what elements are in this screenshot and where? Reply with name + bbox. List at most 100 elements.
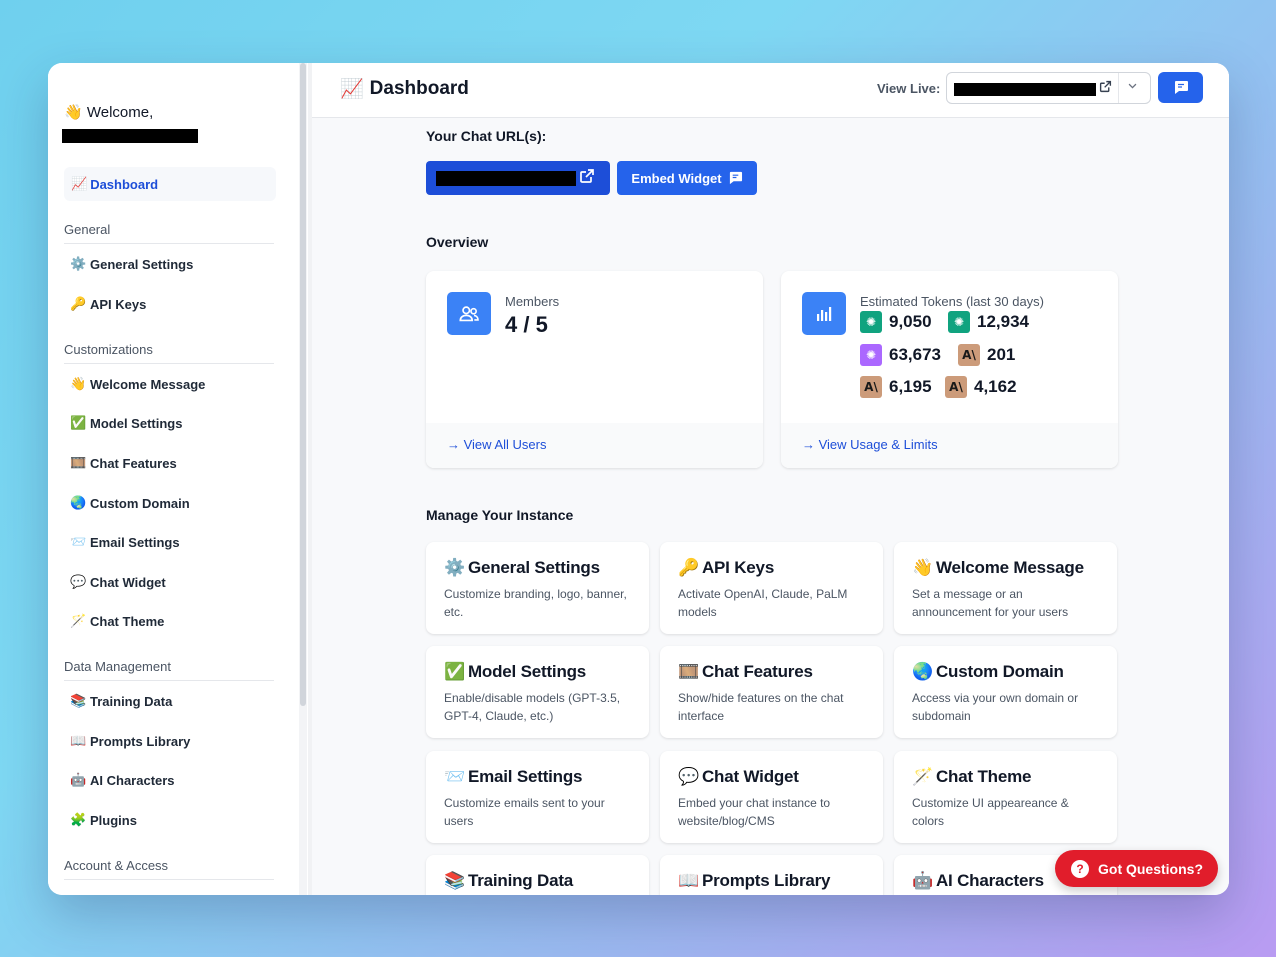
token-row: ✺ 63,673 A\ 201 bbox=[860, 344, 1015, 366]
section-title-account-access: Account & Access bbox=[64, 858, 274, 880]
open-chat-button[interactable] bbox=[1158, 72, 1203, 103]
view-usage-link[interactable]: → View Usage & Limits bbox=[781, 423, 1118, 468]
sidebar-item-chat-theme[interactable]: 🪄 Chat Theme bbox=[70, 609, 270, 633]
token-item: ✺ 12,934 bbox=[948, 311, 1029, 333]
open-book-icon: 📖 bbox=[678, 871, 699, 890]
embed-widget-button[interactable]: Embed Widget bbox=[617, 161, 757, 195]
speech-bubble-icon: 💬 bbox=[70, 574, 87, 589]
check-icon: ✅ bbox=[70, 415, 87, 430]
sidebar-item-plugins[interactable]: 🧩 Plugins bbox=[70, 808, 270, 832]
external-link-icon[interactable] bbox=[1099, 80, 1112, 96]
token-item: A\ 6,195 bbox=[860, 376, 937, 398]
anthropic-icon: A\ bbox=[958, 344, 980, 366]
globe-icon: 🌏 bbox=[70, 495, 87, 510]
anthropic-icon: A\ bbox=[945, 376, 967, 398]
tile-api-keys[interactable]: 🔑 API Keys Activate OpenAI, Claude, PaLM … bbox=[660, 542, 883, 634]
tile-general-settings[interactable]: ⚙️ General Settings Customize branding, l… bbox=[426, 542, 649, 634]
key-icon: 🔑 bbox=[678, 558, 699, 577]
token-item: ✺ 63,673 bbox=[860, 344, 950, 366]
bar-chart-icon bbox=[802, 292, 846, 335]
section-title-data-management: Data Management bbox=[64, 659, 274, 681]
sidebar-item-chat-features[interactable]: 🎞️ Chat Features bbox=[70, 451, 270, 475]
got-questions-button[interactable]: ? Got Questions? bbox=[1055, 850, 1218, 887]
wave-icon: 👋 bbox=[912, 558, 933, 577]
redacted-live-url bbox=[954, 83, 1096, 96]
chat-icon bbox=[729, 171, 742, 185]
tokens-card: Estimated Tokens (last 30 days) ✺ 9,050 … bbox=[781, 271, 1118, 468]
tile-email-settings[interactable]: 📨 Email Settings Customize emails sent to… bbox=[426, 751, 649, 843]
sidebar-item-training-data[interactable]: 📚 Training Data bbox=[70, 689, 270, 713]
wave-icon: 👋 bbox=[64, 104, 83, 121]
puzzle-icon: 🧩 bbox=[70, 812, 87, 827]
scrollbar-thumb[interactable] bbox=[300, 63, 306, 706]
sidebar-item-general-settings[interactable]: ⚙️ General Settings bbox=[70, 252, 270, 276]
members-count: 4 / 5 bbox=[505, 312, 548, 337]
openai-gpt4-icon: ✺ bbox=[860, 344, 882, 366]
top-bar: 📈 Dashboard View Live: bbox=[312, 63, 1229, 118]
sidebar-scrollbar[interactable] bbox=[299, 63, 307, 895]
view-all-users-link[interactable]: → View All Users bbox=[426, 423, 763, 468]
members-label: Members bbox=[505, 294, 560, 309]
check-icon: ✅ bbox=[444, 662, 465, 681]
redacted-username bbox=[62, 129, 198, 143]
email-icon: 📨 bbox=[444, 767, 465, 786]
speech-bubble-icon: 💬 bbox=[678, 767, 699, 786]
tile-chat-features[interactable]: 🎞️ Chat Features Show/hide features on th… bbox=[660, 646, 883, 738]
anthropic-icon: A\ bbox=[860, 376, 882, 398]
tokens-label: Estimated Tokens (last 30 days) bbox=[860, 294, 1045, 309]
magic-wand-icon: 🪄 bbox=[70, 613, 87, 628]
robot-icon: 🤖 bbox=[70, 772, 87, 787]
chat-url-label: Your Chat URL(s): bbox=[426, 128, 547, 144]
section-title-general: General bbox=[64, 222, 274, 244]
manage-label: Manage Your Instance bbox=[426, 507, 574, 523]
token-row: ✺ 9,050 ✺ 12,934 bbox=[860, 311, 1029, 333]
tile-chat-widget[interactable]: 💬 Chat Widget Embed your chat instance to… bbox=[660, 751, 883, 843]
tile-chat-theme[interactable]: 🪄 Chat Theme Customize UI appeareance & c… bbox=[894, 751, 1117, 843]
sidebar-item-chat-widget[interactable]: 💬 Chat Widget bbox=[70, 570, 270, 594]
openai-icon: ✺ bbox=[860, 311, 882, 333]
books-icon: 📚 bbox=[70, 693, 87, 708]
section-title-customizations: Customizations bbox=[64, 342, 274, 364]
sidebar-item-dashboard[interactable]: 📈 Dashboard bbox=[64, 167, 276, 201]
main-content: 📈 Dashboard View Live: Your Chat URL(s): bbox=[312, 63, 1229, 895]
page-title: 📈 Dashboard bbox=[340, 78, 469, 100]
chart-icon: 📈 bbox=[71, 176, 88, 191]
overview-label: Overview bbox=[426, 234, 489, 250]
chevron-down-icon[interactable] bbox=[1127, 79, 1138, 94]
chart-icon: 📈 bbox=[340, 79, 364, 100]
sidebar-item-ai-characters[interactable]: 🤖 AI Characters bbox=[70, 768, 270, 792]
key-icon: 🔑 bbox=[70, 296, 87, 311]
welcome-text: 👋 Welcome, bbox=[64, 104, 154, 121]
token-row: A\ 6,195 A\ 4,162 bbox=[860, 376, 1017, 398]
token-item: A\ 201 bbox=[958, 344, 1015, 366]
app-window: 👋 Welcome, 📈 Dashboard General ⚙️ Genera… bbox=[48, 63, 1229, 895]
wave-icon: 👋 bbox=[70, 376, 87, 391]
sidebar-item-email-settings[interactable]: 📨 Email Settings bbox=[70, 530, 270, 554]
gear-icon: ⚙️ bbox=[444, 558, 465, 577]
film-icon: 🎞️ bbox=[70, 455, 87, 470]
robot-icon: 🤖 bbox=[912, 871, 933, 890]
question-icon: ? bbox=[1071, 859, 1089, 878]
users-icon bbox=[447, 292, 491, 335]
globe-icon: 🌏 bbox=[912, 662, 933, 681]
chat-icon bbox=[1174, 81, 1188, 94]
sidebar-item-welcome-message[interactable]: 👋 Welcome Message bbox=[70, 372, 270, 396]
tile-model-settings[interactable]: ✅ Model Settings Enable/disable models (G… bbox=[426, 646, 649, 738]
email-icon: 📨 bbox=[70, 534, 87, 549]
tile-welcome-message[interactable]: 👋 Welcome Message Set a message or an ann… bbox=[894, 542, 1117, 634]
magic-wand-icon: 🪄 bbox=[912, 767, 933, 786]
sidebar-item-custom-domain[interactable]: 🌏 Custom Domain bbox=[70, 491, 270, 515]
sidebar-item-prompts-library[interactable]: 📖 Prompts Library bbox=[70, 729, 270, 753]
token-item: A\ 4,162 bbox=[945, 376, 1017, 398]
tile-custom-domain[interactable]: 🌏 Custom Domain Access via your own domai… bbox=[894, 646, 1117, 738]
sidebar-item-api-keys[interactable]: 🔑 API Keys bbox=[70, 292, 270, 316]
open-book-icon: 📖 bbox=[70, 733, 87, 748]
token-item: ✺ 9,050 bbox=[860, 311, 940, 333]
view-live-select[interactable] bbox=[946, 72, 1151, 104]
sidebar-item-model-settings[interactable]: ✅ Model Settings bbox=[70, 411, 270, 435]
sidebar: 👋 Welcome, 📈 Dashboard General ⚙️ Genera… bbox=[48, 63, 298, 895]
select-separator bbox=[1118, 73, 1119, 103]
tile-prompts-library[interactable]: 📖 Prompts Library bbox=[660, 855, 883, 895]
chat-url-button[interactable] bbox=[426, 161, 610, 195]
tile-training-data[interactable]: 📚 Training Data bbox=[426, 855, 649, 895]
